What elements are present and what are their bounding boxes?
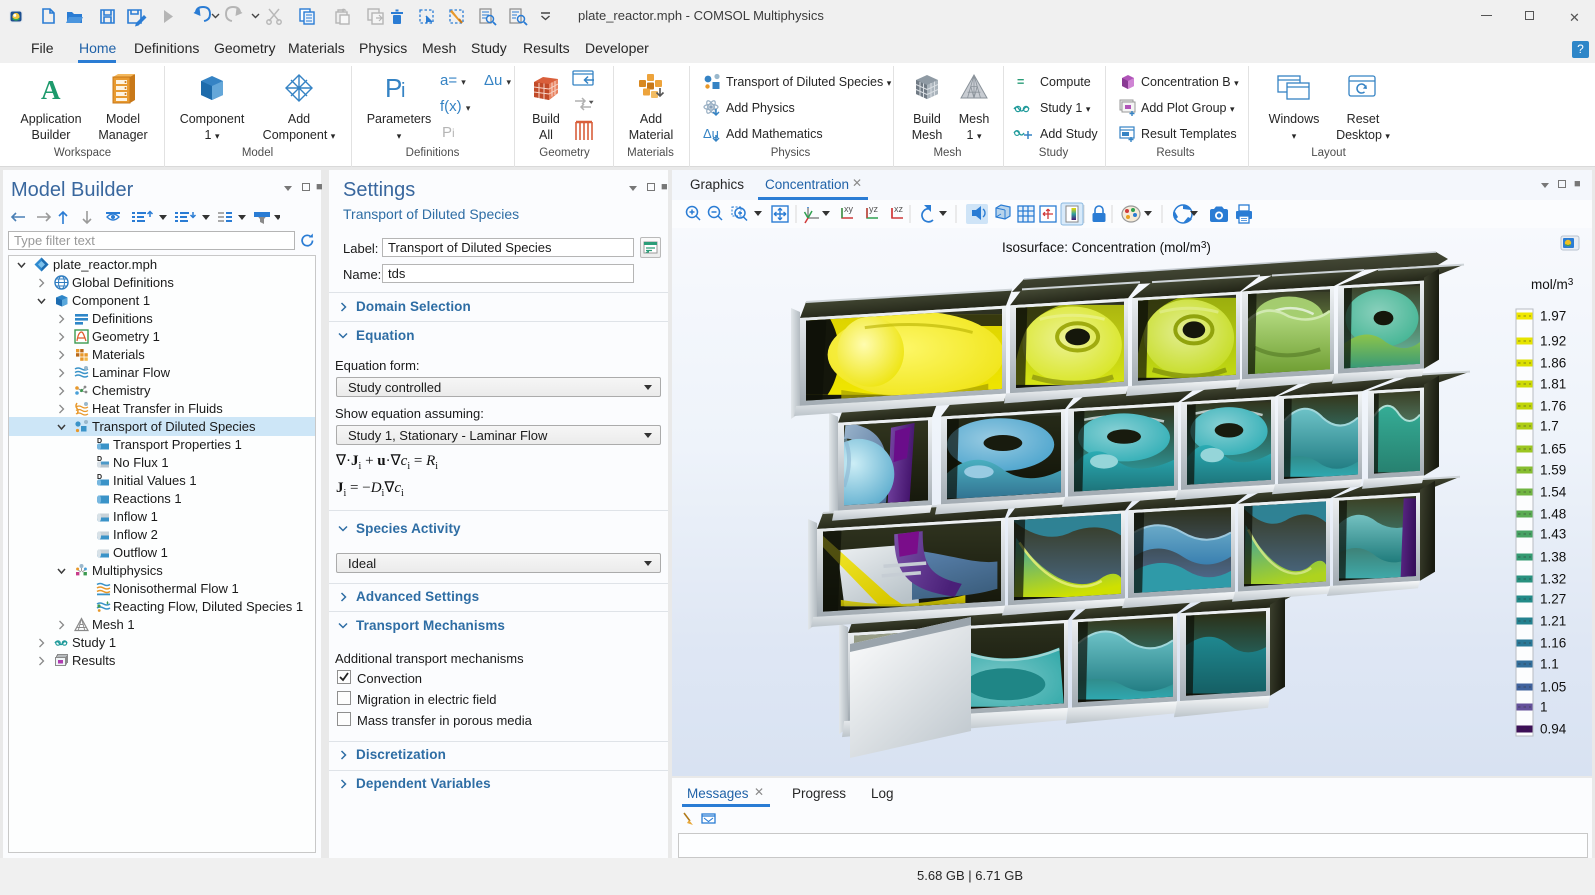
svg-text:P: P xyxy=(385,74,402,102)
svg-text:1.54: 1.54 xyxy=(1540,485,1567,500)
svg-text:1.7: 1.7 xyxy=(1540,419,1559,434)
svg-text:1.48: 1.48 xyxy=(1540,507,1566,522)
svg-text:1.1: 1.1 xyxy=(1540,657,1559,672)
svg-text:0.94: 0.94 xyxy=(1540,722,1567,737)
svg-text:i: i xyxy=(401,80,405,102)
svg-text:1.81: 1.81 xyxy=(1540,377,1566,392)
svg-text:1.38: 1.38 xyxy=(1540,550,1566,565)
svg-text:1.86: 1.86 xyxy=(1540,356,1566,371)
svg-text:1.21: 1.21 xyxy=(1540,614,1566,629)
svg-text:xy: xy xyxy=(844,204,854,214)
svg-text:1.92: 1.92 xyxy=(1540,334,1566,349)
svg-text:1.16: 1.16 xyxy=(1540,636,1566,651)
svg-text:1.76: 1.76 xyxy=(1540,399,1566,414)
svg-text:1.59: 1.59 xyxy=(1540,463,1566,478)
svg-text:1.43: 1.43 xyxy=(1540,527,1566,542)
svg-text:1.65: 1.65 xyxy=(1540,442,1566,457)
svg-text:xz: xz xyxy=(894,204,904,214)
svg-text:yz: yz xyxy=(869,204,879,214)
svg-text:1.97: 1.97 xyxy=(1540,309,1566,324)
svg-text:1: 1 xyxy=(1540,700,1548,715)
svg-text:1.05: 1.05 xyxy=(1540,680,1566,695)
svg-text:1.27: 1.27 xyxy=(1540,592,1566,607)
svg-text:A: A xyxy=(41,75,61,104)
svg-text:1.32: 1.32 xyxy=(1540,572,1566,587)
